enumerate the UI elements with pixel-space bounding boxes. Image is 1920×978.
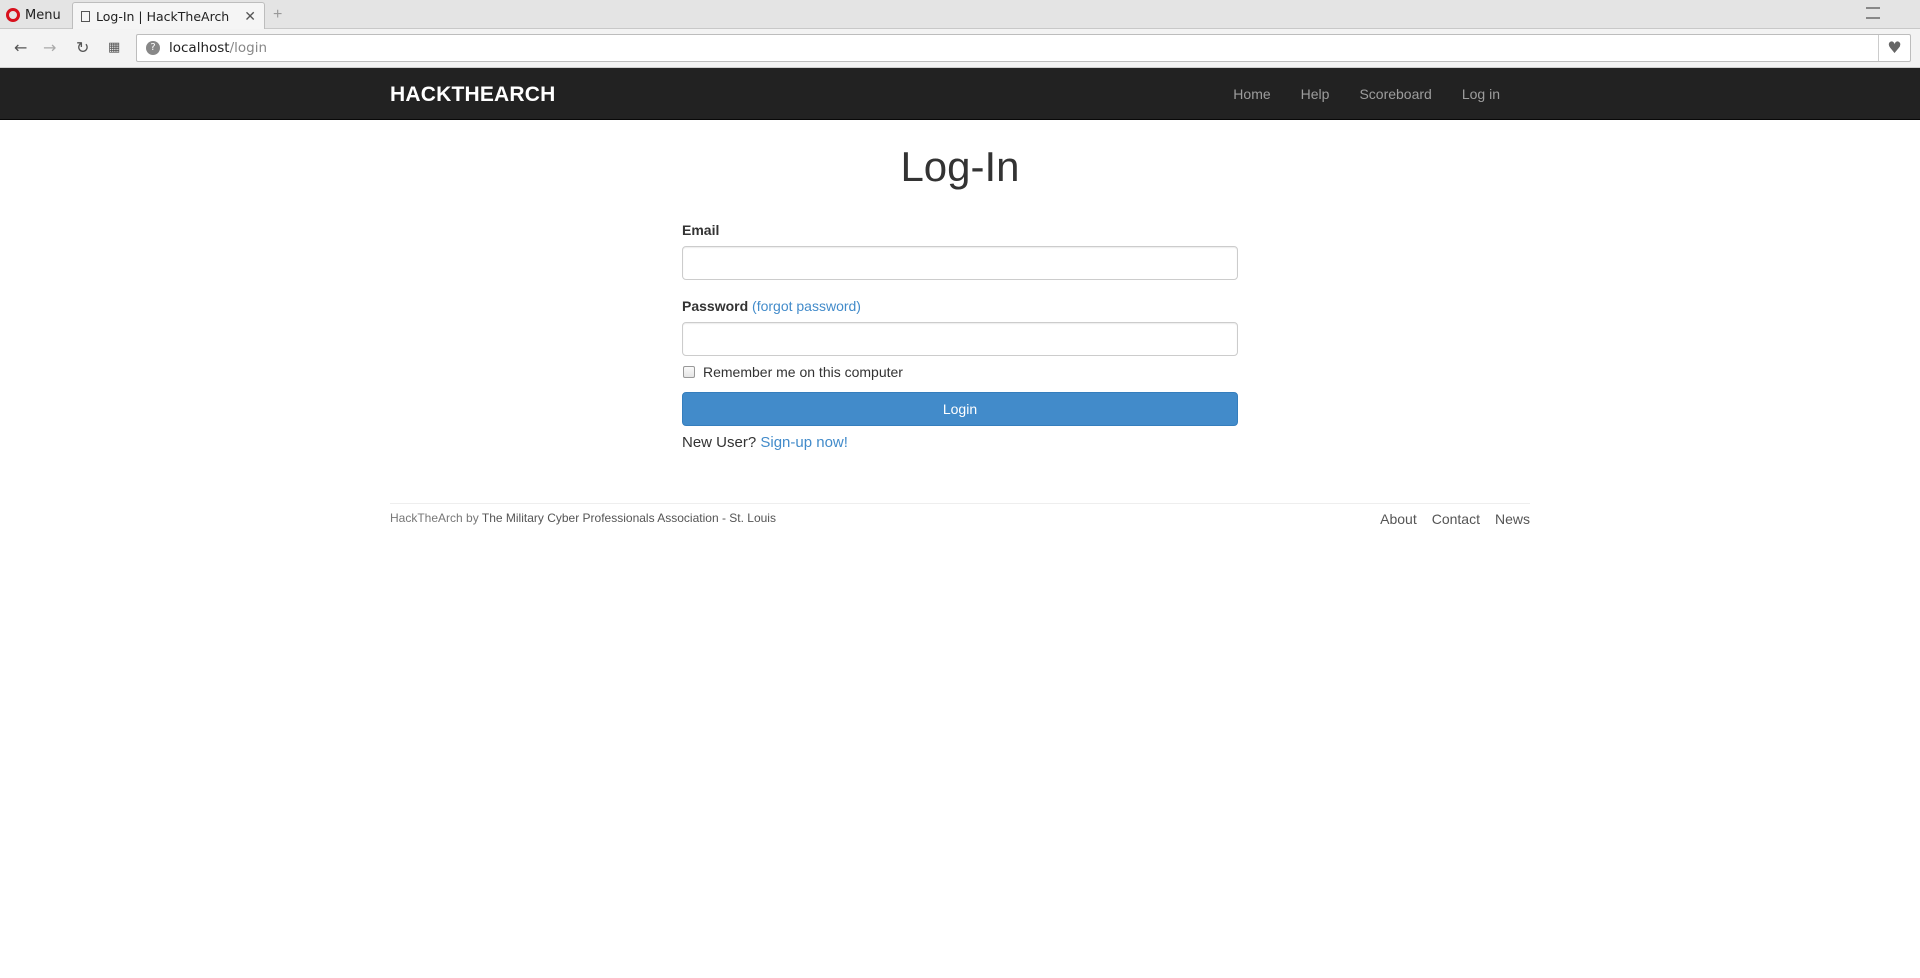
url-host: localhost (169, 40, 230, 56)
site-info-icon[interactable]: ? (146, 41, 160, 55)
browser-tab-bar: Menu Log-In | HackTheArch ✕ + (0, 0, 1920, 30)
new-user-text: New User? (682, 434, 757, 451)
footer-credit: HackTheArch by The Military Cyber Profes… (390, 511, 776, 525)
footer-contact-link[interactable]: Contact (1432, 511, 1480, 527)
tab-title: Log-In | HackTheArch (96, 9, 230, 24)
browser-address-bar: ← → ↻ ▦ ? localhost/login ♥ (0, 29, 1920, 68)
page-title: Log-In (900, 143, 1020, 190)
nav-links: Home Help Scoreboard Log in (1218, 68, 1515, 120)
menu-label: Menu (25, 7, 61, 23)
nav-scoreboard[interactable]: Scoreboard (1344, 86, 1446, 102)
footer-site-link[interactable]: HackTheArch (390, 511, 463, 525)
footer-by: by (466, 511, 479, 525)
site-navbar: HACKTHEARCH Home Help Scoreboard Log in (0, 68, 1920, 120)
new-tab-button[interactable]: + (273, 6, 282, 24)
tab-close-icon[interactable]: ✕ (244, 9, 256, 25)
password-field[interactable] (682, 322, 1238, 356)
arrow-right-icon[interactable]: → (43, 38, 56, 57)
arrow-left-icon[interactable]: ← (14, 38, 27, 57)
opera-menu-button[interactable]: Menu (6, 4, 61, 26)
document-icon (81, 11, 90, 22)
footer-about-link[interactable]: About (1380, 511, 1417, 527)
brand-logo[interactable]: HACKTHEARCH (390, 83, 556, 107)
remember-me-row: Remember me on this computer (682, 364, 1238, 380)
nav-home[interactable]: Home (1218, 86, 1285, 102)
password-label: Password (682, 298, 749, 314)
footer-links: About Contact News (1380, 511, 1530, 527)
tab-menu-icon[interactable] (1866, 7, 1880, 19)
remember-me-label: Remember me on this computer (703, 364, 903, 380)
signup-link[interactable]: Sign-up now! (760, 434, 848, 451)
footer-org-link[interactable]: The Military Cyber Professionals Associa… (482, 511, 776, 525)
grid-icon[interactable]: ▦ (108, 40, 120, 55)
remember-me-checkbox[interactable] (683, 366, 695, 378)
email-field[interactable] (682, 246, 1238, 280)
opera-logo-icon (6, 8, 20, 22)
email-label: Email (682, 222, 720, 238)
login-form: Email Password (forgot password) Remembe… (682, 222, 1238, 451)
new-user-row: New User? Sign-up now! (682, 434, 1238, 451)
browser-tab[interactable]: Log-In | HackTheArch ✕ (72, 2, 265, 30)
reload-icon[interactable]: ↻ (76, 38, 89, 57)
heart-icon[interactable]: ♥ (1878, 35, 1910, 61)
footer-divider (390, 503, 1530, 504)
url-path: /login (229, 40, 268, 56)
password-label-row: Password (forgot password) (682, 298, 1238, 314)
url-field[interactable]: ? localhost/login ♥ (136, 34, 1911, 62)
forgot-password-link[interactable]: (forgot password) (752, 298, 861, 314)
nav-help[interactable]: Help (1286, 86, 1345, 102)
login-button[interactable]: Login (682, 392, 1238, 426)
footer-news-link[interactable]: News (1495, 511, 1530, 527)
nav-login[interactable]: Log in (1447, 86, 1515, 102)
